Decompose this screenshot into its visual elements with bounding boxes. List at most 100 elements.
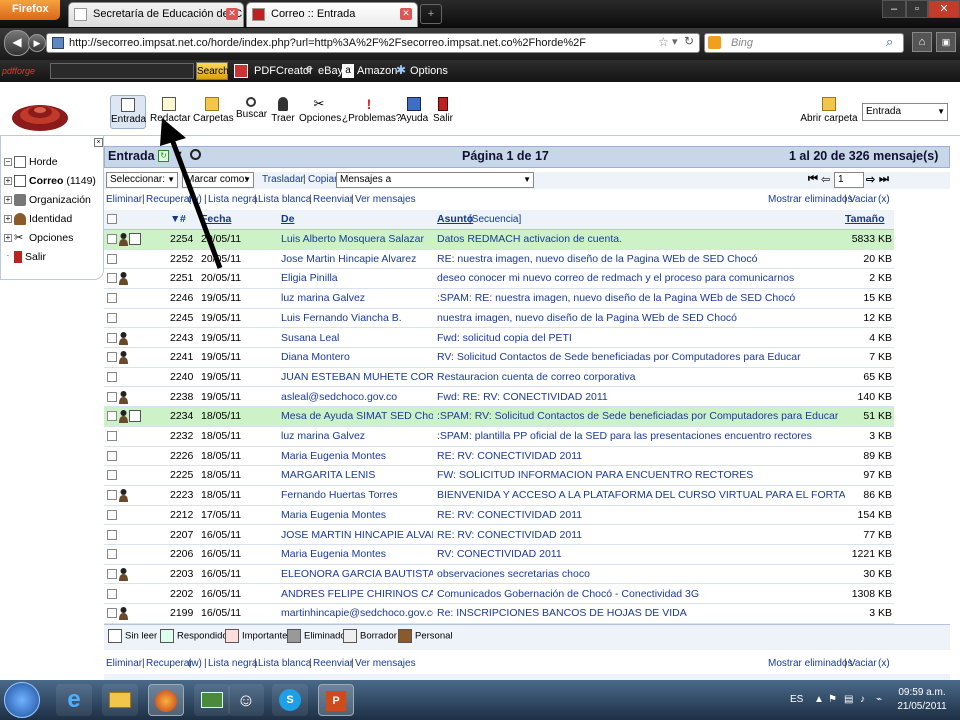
msg-subject[interactable]: Fwd: solicitud copia del PETI <box>437 332 845 344</box>
new-tab-button[interactable]: + <box>420 4 442 24</box>
msg-subject[interactable]: Restauracion cuenta de correo corporativ… <box>437 371 845 383</box>
show-deleted-link[interactable]: Mostrar eliminados <box>768 192 852 208</box>
firefox-icon[interactable] <box>148 684 184 716</box>
search-input[interactable]: Bing <box>704 33 904 53</box>
back-icon[interactable]: ◀ <box>4 30 30 56</box>
ie-icon[interactable]: e <box>56 684 92 716</box>
table-row[interactable]: 2246 19/05/11 luz marina Galvez:SPAM: RE: … <box>104 289 894 309</box>
show-deleted-link[interactable]: Mostrar eliminados <box>768 656 852 672</box>
network-icon[interactable]: ▤ <box>844 694 853 705</box>
yahoo-search-button[interactable]: Search <box>196 62 229 80</box>
row-checkbox[interactable] <box>107 509 117 520</box>
pdfforge-logo[interactable]: pdfforge <box>2 64 42 78</box>
msg-from[interactable]: luz marina Galvez <box>281 430 433 442</box>
language-indicator[interactable]: ES <box>790 694 803 705</box>
msg-from[interactable]: Jose Martin Hincapie Alvarez <box>281 253 433 265</box>
page-number-input[interactable]: 1 <box>834 172 864 188</box>
column-from[interactable]: De <box>281 213 294 225</box>
sidebar-item-salir[interactable]: · Salir <box>4 249 46 267</box>
msg-from[interactable]: JUAN ESTEBAN MUHETE CORTES <box>281 371 433 383</box>
msg-from[interactable]: Eligia Pinilla <box>281 272 433 284</box>
whitelist-link[interactable]: Lista blanca <box>258 656 311 672</box>
clock[interactable]: 09:59 a.m. 21/05/2011 <box>892 686 952 714</box>
bookmark-ebay[interactable]: eBay <box>318 63 343 79</box>
table-row[interactable]: 2232 18/05/11 luz marina Galvez:SPAM: plan… <box>104 427 894 447</box>
toolbar-traer-button[interactable]: Traer <box>270 95 296 129</box>
row-checkbox[interactable] <box>107 234 117 244</box>
msg-from[interactable]: Maria Eugenia Montes <box>281 548 433 560</box>
url-bar[interactable]: http://secorreo.impsat.net.co/horde/inde… <box>46 33 700 53</box>
table-row[interactable]: 2199 16/05/11 martinhincapie@sedchoco.gov.… <box>104 604 894 624</box>
explorer-folder-icon[interactable] <box>102 684 138 716</box>
start-button[interactable] <box>4 682 40 718</box>
bookmark-pdfcreator[interactable]: PDFCreator <box>254 63 313 79</box>
tree-toggle-icon[interactable]: − <box>4 158 12 167</box>
sidebar-item-organizacion[interactable]: + Organización <box>4 192 91 210</box>
view-messages-link[interactable]: Ver mensajes <box>355 192 416 208</box>
row-checkbox[interactable] <box>107 470 117 481</box>
bookmark-star-icon[interactable]: ☆ <box>658 35 669 49</box>
table-row[interactable]: 2226 18/05/11 Maria Eugenia Montes RE: RV: … <box>104 447 894 467</box>
open-folder-button[interactable]: Abrir carpeta <box>800 95 858 129</box>
row-checkbox[interactable] <box>107 450 117 461</box>
msg-subject[interactable]: RE: RV: CONECTIVIDAD 2011 <box>437 529 845 541</box>
msg-from[interactable]: Susana Leal <box>281 332 433 344</box>
skype-icon[interactable]: S <box>272 684 308 716</box>
sidebar-item-correo[interactable]: + Correo (1149) <box>4 173 96 191</box>
move-target-select[interactable]: Mensajes a ▼ <box>336 172 534 188</box>
msg-from[interactable]: ELEONORA GARCIA BAUTISTA <box>281 568 433 580</box>
row-checkbox[interactable] <box>107 391 117 402</box>
msg-from[interactable]: MARGARITA LENIS <box>281 469 433 481</box>
msg-subject[interactable]: RV: CONECTIVIDAD 2011 <box>437 548 845 560</box>
msg-subject[interactable]: BIENVENIDA Y ACCESO A LA PLATAFORMA DEL … <box>437 489 845 501</box>
addon-icon[interactable]: ▣ <box>936 32 956 52</box>
msg-subject[interactable]: :SPAM: RV: Solicitud Contactos de Sede b… <box>437 410 845 422</box>
prev-page-icon[interactable]: ⇦ <box>821 173 830 186</box>
home-icon[interactable]: ⌂ <box>912 32 932 52</box>
msg-subject[interactable]: :SPAM: RE: nuestra imagen, nuevo diseño … <box>437 292 845 304</box>
tree-toggle-icon[interactable]: + <box>4 196 12 205</box>
msg-from[interactable]: martinhincapie@sedchoco.gov.co <box>281 607 433 619</box>
msg-from[interactable]: ANDRES FELIPE CHIRINOS CADAVID <box>281 588 433 600</box>
forward-link[interactable]: Reenviar <box>313 192 353 208</box>
tab-secretaria[interactable]: Secretaría de Educación del Chocó ✕ <box>68 2 244 27</box>
table-row[interactable]: 2234 18/05/11 Mesa de Ayuda SIMAT SED Choc… <box>104 407 894 427</box>
column-subject[interactable]: Asunto <box>437 213 473 225</box>
msg-subject[interactable]: RE: RV: CONECTIVIDAD 2011 <box>437 509 845 521</box>
msg-subject[interactable]: FW: SOLICITUD INFORMACION PARA ENCUENTRO… <box>437 469 845 481</box>
msg-from[interactable]: luz marina Galvez <box>281 292 433 304</box>
msg-from[interactable]: Maria Eugenia Montes <box>281 509 433 521</box>
flag-icon[interactable]: ⚑ <box>828 694 837 705</box>
search-engine-icon[interactable] <box>708 36 721 49</box>
msg-from[interactable]: Diana Montero <box>281 351 433 363</box>
sidebar-item-opciones[interactable]: + ✂ Opciones <box>4 230 73 248</box>
table-row[interactable]: 2212 17/05/11 Maria Eugenia Montes RE: RV: … <box>104 506 894 526</box>
messenger-icon[interactable]: ☺ <box>228 684 264 716</box>
dropdown-icon[interactable]: ▾ <box>672 35 678 48</box>
select-all-checkbox[interactable] <box>107 214 117 224</box>
close-tab-icon[interactable]: ✕ <box>400 8 412 20</box>
tree-toggle-icon[interactable]: + <box>4 215 12 224</box>
row-checkbox[interactable] <box>107 549 117 560</box>
msg-from[interactable]: Luis Alberto Mosquera Salazar <box>281 233 433 245</box>
row-checkbox[interactable] <box>107 253 117 264</box>
msg-subject[interactable]: RE: nuestra imagen, nuevo diseño de la P… <box>437 253 845 265</box>
row-checkbox[interactable] <box>107 608 117 619</box>
powerpoint-icon[interactable]: P <box>318 684 354 716</box>
row-checkbox[interactable] <box>107 411 117 422</box>
msg-subject[interactable]: deseo conocer mi nuevo correo de redmach… <box>437 272 845 284</box>
row-checkbox[interactable] <box>107 371 117 382</box>
first-page-icon[interactable]: ⏮ <box>808 173 818 186</box>
sidebar-item-horde[interactable]: − Horde <box>4 154 58 172</box>
column-sequence[interactable]: [Secuencia] <box>469 214 521 225</box>
row-checkbox[interactable] <box>107 312 117 323</box>
move-link[interactable]: Trasladar <box>262 174 304 185</box>
forward-icon[interactable]: ▶ <box>28 34 46 52</box>
row-checkbox[interactable] <box>107 352 117 363</box>
table-row[interactable]: 2203 16/05/11 ELEONORA GARCIA BAUTISTA obse… <box>104 565 894 585</box>
msg-subject[interactable]: RV: Solicitud Contactos de Sede benefici… <box>437 351 845 363</box>
msg-from[interactable]: Fernando Huertas Torres <box>281 489 433 501</box>
row-checkbox[interactable] <box>107 529 117 540</box>
row-checkbox[interactable] <box>107 490 117 501</box>
table-row[interactable]: 2225 18/05/11 MARGARITA LENIS FW: SOLICITUD… <box>104 466 894 486</box>
